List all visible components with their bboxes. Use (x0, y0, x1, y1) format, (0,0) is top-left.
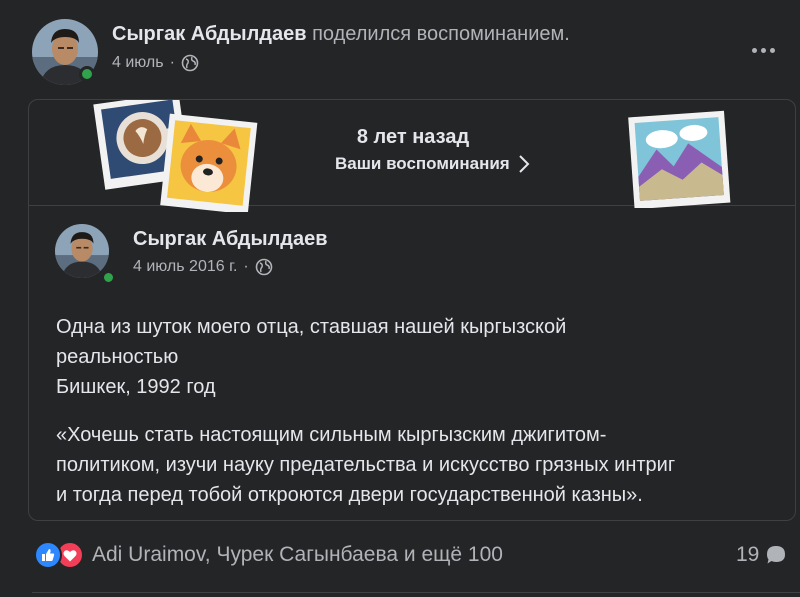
more-horizontal-icon (751, 47, 757, 53)
divider (32, 592, 800, 593)
text-line: реальностью (56, 346, 179, 368)
original-post-meta: 4 июль 2016 г. · (133, 258, 273, 276)
author-name[interactable]: Сыргак Абдылдаев (112, 23, 307, 45)
mountain-photo-icon (628, 110, 731, 208)
quote-line: политиком, изучи науку предательства и и… (56, 454, 676, 476)
chevron-right-icon (519, 155, 530, 173)
memory-years-ago: 8 лет назад (356, 126, 470, 148)
reactions-text: Adi Uraimov, Чурек Сагынбаева и ещё 100 (92, 543, 503, 566)
post-header-line: Сыргак Абдылдаев поделился воспоминанием… (112, 23, 570, 46)
online-status-dot (79, 66, 95, 82)
original-post-text: Одна из шуток моего отца, ставшая нашей … (56, 312, 786, 510)
like-icon (34, 541, 62, 569)
online-status-dot (101, 270, 116, 285)
your-memories-label: Ваши воспоминания (335, 154, 510, 173)
original-author-avatar[interactable] (55, 224, 109, 278)
original-author-name[interactable]: Сыргак Абдылдаев (133, 228, 328, 251)
comments-count-button[interactable]: 19 (736, 540, 787, 570)
shared-memory-post: Сыргак Абдылдаев поделился воспоминанием… (0, 0, 800, 597)
comment-icon (767, 546, 786, 564)
quote-line: и тогда перед тобой откроются двери госу… (56, 484, 643, 506)
post-date[interactable]: 4 июль (112, 54, 164, 72)
original-post-date[interactable]: 4 июль 2016 г. (133, 258, 237, 276)
globe-icon[interactable] (181, 54, 199, 72)
memory-banner[interactable]: 8 лет назад Ваши воспоминания (29, 100, 795, 212)
text-line: Одна из шуток моего отца, ставшая нашей … (56, 316, 567, 338)
comment-count: 19 (736, 543, 760, 566)
memory-card: 8 лет назад Ваши воспоминания Сыргак Абд… (28, 99, 796, 521)
text-line: Бишкек, 1992 год (56, 376, 216, 398)
meta-separator: · (169, 54, 175, 71)
globe-icon[interactable] (255, 258, 273, 276)
quote-line: «Хочешь стать настоящим сильным кыргызск… (56, 424, 607, 446)
reactions-summary[interactable]: Adi Uraimov, Чурек Сагынбаева и ещё 100 (34, 540, 503, 570)
avatar-photo-icon (55, 224, 109, 278)
your-memories-link[interactable]: Ваши воспоминания (335, 154, 530, 174)
more-options-button[interactable] (745, 36, 781, 64)
post-meta: 4 июль · (112, 54, 199, 72)
meta-separator: · (243, 258, 249, 275)
post-action-text: поделился воспоминанием. (312, 23, 570, 45)
